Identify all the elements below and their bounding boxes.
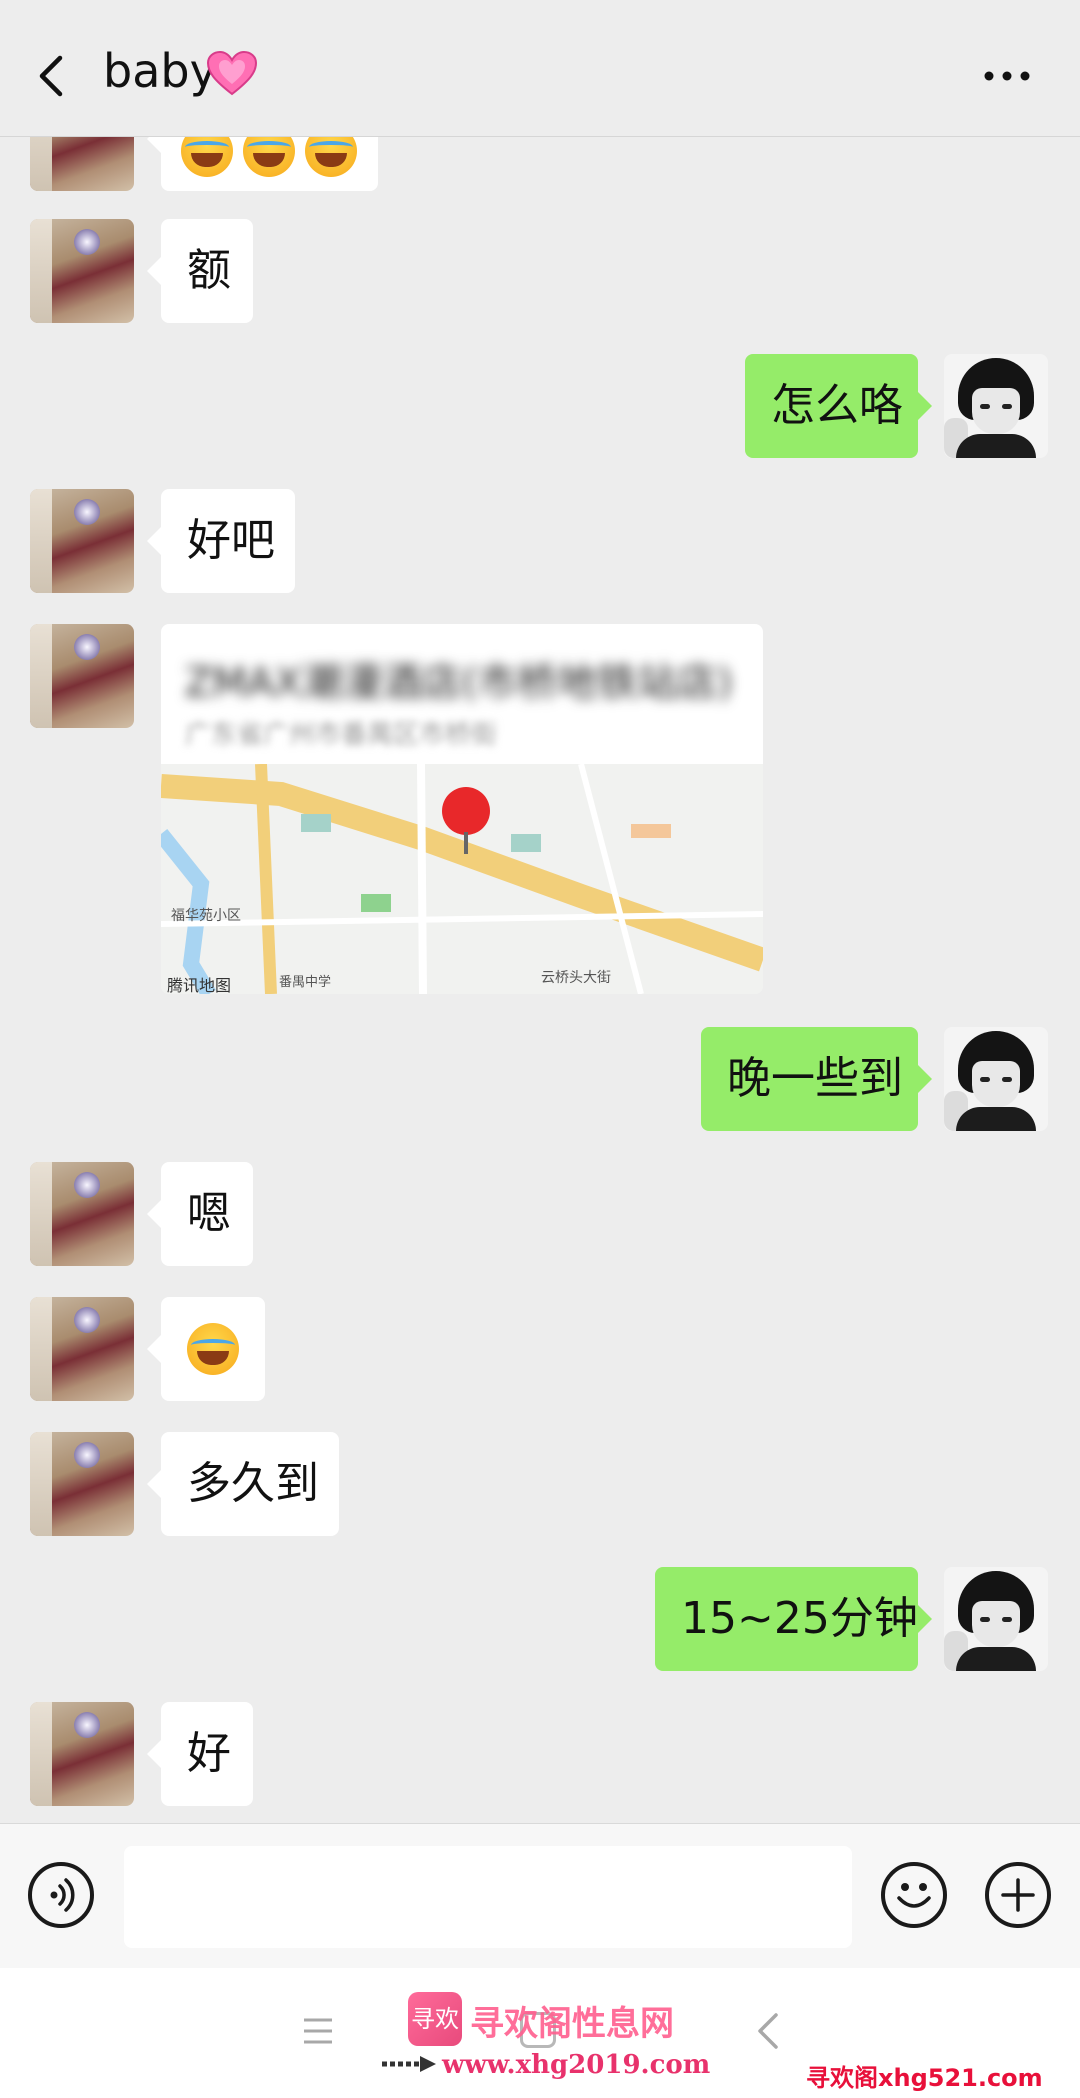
chat-header: baby (0, 0, 1080, 137)
voice-input-button[interactable] (28, 1862, 94, 1928)
watermark-corner-text: 寻欢阁xhg521.com (806, 2064, 1043, 2092)
my-avatar[interactable] (944, 354, 1048, 458)
contact-avatar[interactable] (30, 1162, 134, 1266)
laughing-crying-emoji-icon (305, 137, 357, 177)
map-label: 番禺中学 (279, 974, 331, 990)
watermark-url: www.xhg2019.com (442, 2050, 711, 2080)
message-bubble[interactable]: 好 (147, 1702, 253, 1806)
message-bubble[interactable]: 额 (147, 219, 253, 323)
message-bubble[interactable]: 嗯 (147, 1162, 253, 1266)
contact-avatar[interactable] (30, 137, 134, 191)
map-label: 福华苑小区 (171, 908, 241, 924)
menu-icon[interactable] (302, 2016, 334, 2046)
face-palm-crying-emoji-icon (187, 1323, 239, 1375)
message-text-input[interactable] (124, 1846, 852, 1948)
contact-avatar[interactable] (30, 489, 134, 593)
contact-avatar[interactable] (30, 219, 134, 323)
watermark-site-name: 寻欢阁性息网 (470, 2004, 674, 2044)
contact-avatar[interactable] (30, 624, 134, 728)
my-message-bubble[interactable]: 15~25分钟 (655, 1567, 932, 1671)
emoji-message-bubble[interactable] (147, 137, 378, 191)
message-input-bar (0, 1823, 1080, 1968)
more-options-icon[interactable] (982, 68, 1032, 84)
nav-back-icon[interactable] (756, 2012, 780, 2050)
message-bubble[interactable]: 多久到 (147, 1432, 339, 1536)
emoji-message-bubble[interactable] (147, 1297, 265, 1401)
system-navigation-bar: 寻欢 寻欢阁性息网 www.xhg2019.com 寻欢阁xhg521.com (0, 1968, 1080, 2098)
plus-icon (1001, 1878, 1035, 1912)
laughing-crying-emoji-icon (243, 137, 295, 177)
watermark-logo: 寻欢 (408, 1992, 462, 2046)
smiley-icon (897, 1883, 931, 1908)
location-title: ZMAX潮漫酒店(市桥地铁站店) (185, 660, 733, 706)
my-avatar[interactable] (944, 1027, 1048, 1131)
emoji-picker-button[interactable] (881, 1862, 947, 1928)
contact-avatar[interactable] (30, 1432, 134, 1536)
back-arrow-icon[interactable] (34, 54, 70, 98)
my-avatar[interactable] (944, 1567, 1048, 1671)
heart-icon (206, 50, 258, 96)
my-message-bubble[interactable]: 怎么咯 (745, 354, 932, 458)
contact-avatar[interactable] (30, 1297, 134, 1401)
map-provider-label: 腾讯地图 (167, 976, 232, 994)
message-bubble[interactable]: 好吧 (147, 489, 295, 593)
contact-avatar[interactable] (30, 1702, 134, 1806)
voice-icon (50, 1878, 75, 1912)
message-list[interactable]: 额 怎么咯 好吧 ZMAX潮漫酒店(市桥地铁站店) 广东省广州市番禺区市桥街 福… (0, 137, 1080, 1823)
laughing-crying-emoji-icon (181, 137, 233, 177)
location-pin-icon (442, 787, 490, 854)
arrow-right-icon (382, 2056, 436, 2072)
location-address: 广东省广州市番禺区市桥街 (185, 720, 498, 750)
map-label: 云桥头大街 (541, 970, 611, 986)
chat-title: baby (103, 44, 217, 98)
my-message-bubble[interactable]: 晚一些到 (701, 1027, 932, 1131)
location-message-card[interactable]: ZMAX潮漫酒店(市桥地铁站店) 广东省广州市番禺区市桥街 福华苑小区 番禺中学… (161, 624, 763, 994)
more-functions-button[interactable] (985, 1862, 1051, 1928)
